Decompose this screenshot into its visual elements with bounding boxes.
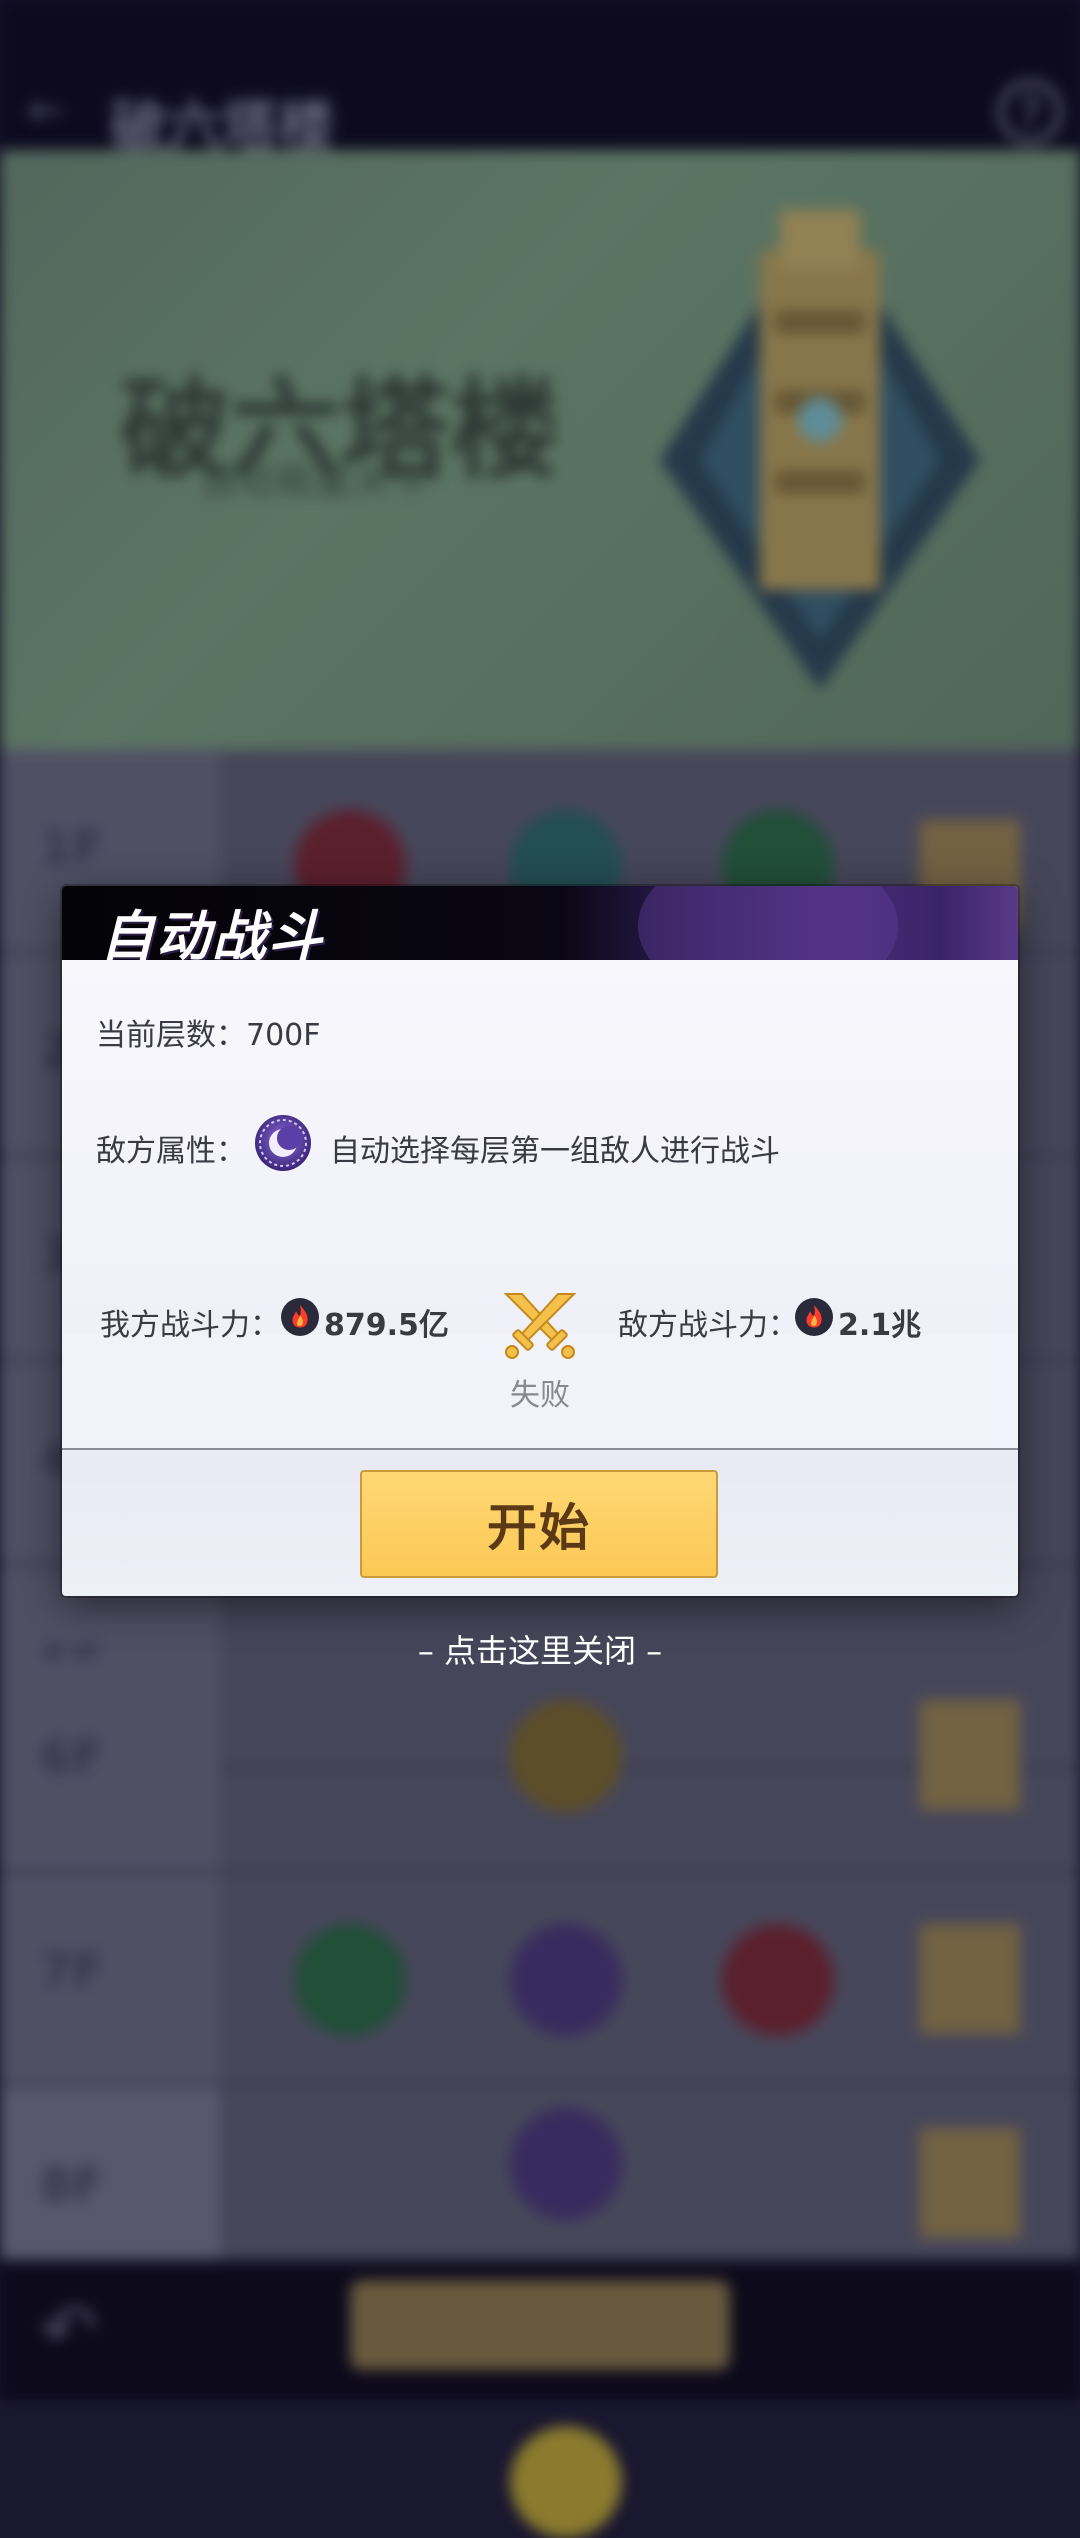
current-floor-value: 700F <box>246 1018 321 1053</box>
enemy-attribute-label: 敌方属性： <box>96 1134 246 1169</box>
dialog-body: 当前层数：700F 敌方属性： 自动选择每层第一组敌人进行战斗 我方战斗力： 8… <box>62 960 1018 1413</box>
crossed-swords-icon <box>503 1293 577 1359</box>
current-floor-label: 当前层数： <box>96 1018 246 1053</box>
start-button-label: 开始 <box>487 1498 591 1557</box>
fire-icon <box>795 1298 833 1336</box>
dialog-header: 自动战斗 <box>62 886 1018 1006</box>
enemy-power-label: 敌方战斗力： <box>618 1308 798 1343</box>
moon-element-icon <box>255 1115 311 1171</box>
fire-icon <box>281 1298 319 1336</box>
our-power-value: 879.5亿 <box>324 1308 449 1343</box>
enemy-power-value: 2.1兆 <box>838 1308 922 1343</box>
auto-battle-dialog: 自动战斗 当前层数：700F 敌方属性： 自动选择每层第一组敌人进行战斗 我方战… <box>62 886 1018 1596</box>
battle-result: 失败 <box>510 1378 570 1413</box>
current-floor-line: 当前层数：700F <box>96 1010 321 1054</box>
dialog-footer: 开始 <box>62 1450 1018 1596</box>
start-button[interactable]: 开始 <box>360 1470 718 1578</box>
our-power-label: 我方战斗力： <box>100 1308 280 1343</box>
enemy-attribute-description: 自动选择每层第一组敌人进行战斗 <box>330 1134 780 1169</box>
tap-to-close-hint[interactable]: – 点击这里关闭 – <box>0 1626 1080 1672</box>
